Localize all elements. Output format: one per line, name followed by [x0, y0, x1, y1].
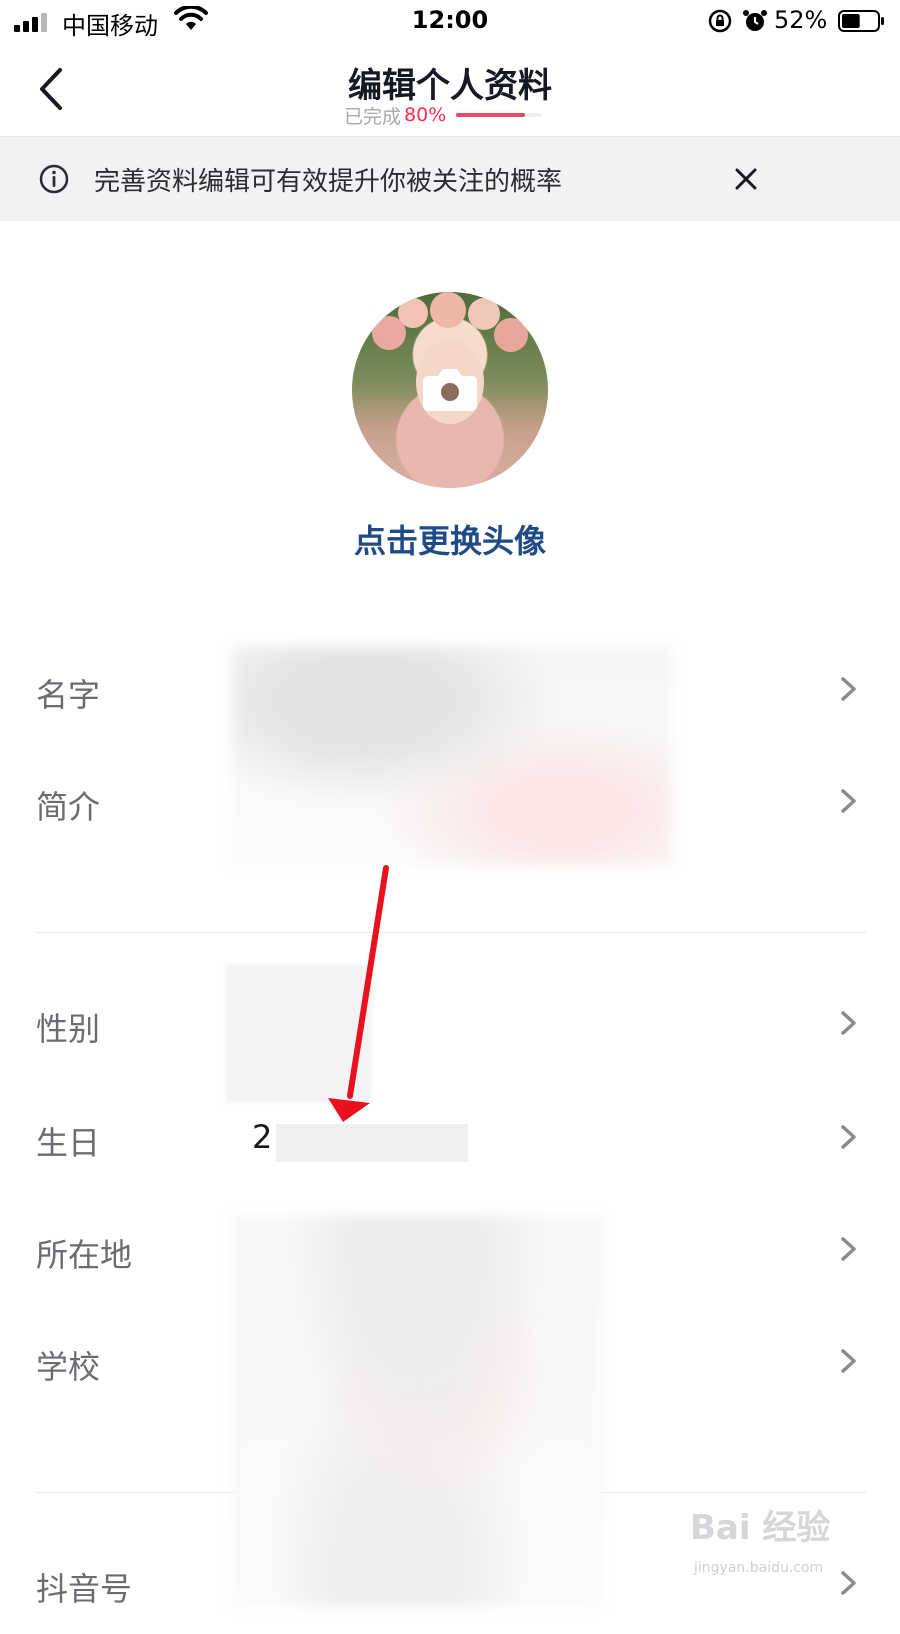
row-label: 生日 — [36, 1124, 101, 1162]
alarm-clock-icon — [743, 10, 767, 31]
section-divider — [36, 932, 866, 933]
chevron-right-icon — [841, 1125, 856, 1149]
chevron-right-icon — [841, 1011, 856, 1035]
redacted-name-bio — [232, 646, 672, 866]
camera-icon[interactable] — [420, 366, 480, 414]
nav-bar: 编辑个人资料 已完成 80% — [0, 44, 900, 137]
tip-banner: 完善资料编辑可有效提升你被关注的概率 — [0, 137, 900, 221]
change-avatar-link[interactable]: 点击更换头像 — [0, 516, 900, 562]
progress-bar — [456, 113, 543, 117]
row-label: 所在地 — [36, 1236, 133, 1274]
row-value: 2 — [252, 1118, 273, 1156]
avatar-flower-decoration — [398, 298, 428, 328]
baidu-jingyan-watermark: Bai 经验 — [690, 1508, 831, 1548]
redacted-gender — [226, 964, 372, 1102]
battery-icon — [838, 10, 884, 32]
redacted-birthday — [276, 1124, 468, 1162]
watermark-url: jingyan.baidu.com — [694, 1560, 824, 1576]
close-icon[interactable] — [730, 163, 762, 195]
chevron-right-icon — [841, 1349, 856, 1373]
info-icon — [39, 164, 69, 194]
chevron-right-icon — [841, 1571, 856, 1595]
row-label: 学校 — [36, 1348, 101, 1386]
row-label: 名字 — [36, 676, 101, 714]
chevron-right-icon — [841, 789, 856, 813]
battery-percent: 52% — [774, 6, 828, 34]
progress-bar-fill — [456, 113, 526, 117]
tip-text: 完善资料编辑可有效提升你被关注的概率 — [94, 167, 563, 197]
page-title: 编辑个人资料 — [348, 66, 552, 106]
rotation-lock-icon — [708, 9, 732, 33]
progress-label: 已完成 — [344, 105, 402, 128]
avatar-flower-decoration — [468, 298, 500, 330]
row-label: 性别 — [36, 1010, 101, 1048]
status-bar: 中国移动 12:00 52% — [0, 0, 900, 44]
avatar-flower-decoration — [494, 318, 528, 352]
progress-percent: 80% — [404, 104, 447, 126]
completion-progress: 已完成 80% — [344, 104, 543, 128]
profile-row-gender[interactable]: 性别 — [0, 974, 900, 1074]
chevron-right-icon — [841, 1237, 856, 1261]
row-label: 抖音号 — [36, 1570, 133, 1608]
avatar[interactable] — [352, 292, 548, 488]
redacted-location-school-id — [232, 1216, 602, 1606]
avatar-flower-decoration — [430, 292, 466, 328]
row-label: 简介 — [36, 788, 101, 826]
chevron-right-icon — [841, 677, 856, 701]
